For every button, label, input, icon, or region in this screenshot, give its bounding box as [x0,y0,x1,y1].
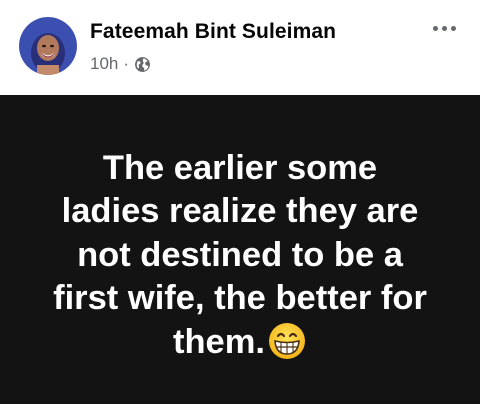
post-header: Fateemah Bint Suleiman 10h · [0,0,480,95]
timestamp[interactable]: 10h [90,54,118,74]
post-body: The earlier some ladies realize they are… [50,147,430,365]
post-meta: 10h · [90,54,151,74]
meta-separator: · [123,54,130,73]
avatar[interactable] [19,17,77,75]
globe-icon[interactable] [134,56,151,73]
more-options-icon[interactable] [424,16,464,40]
grinning-face-emoji [267,321,307,361]
author-name[interactable]: Fateemah Bint Suleiman [90,20,336,44]
post-content: The earlier some ladies realize they are… [0,95,480,404]
post-text: The earlier some ladies realize they are… [53,148,427,361]
